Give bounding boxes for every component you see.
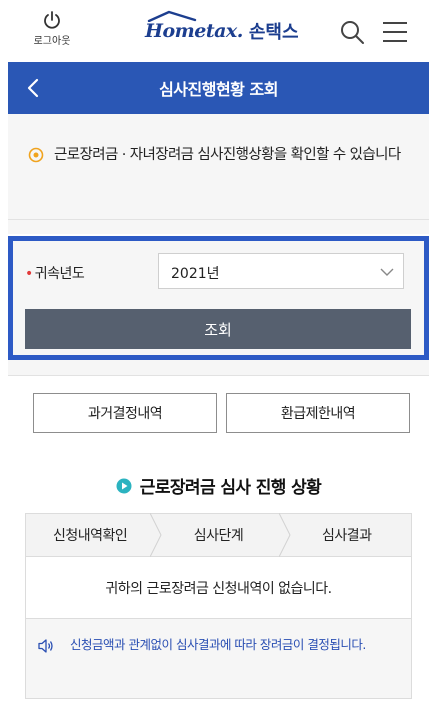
section-title: 근로장려금 심사 진행 상황 xyxy=(139,478,322,498)
step-arrow-icon xyxy=(150,513,162,557)
spacer xyxy=(8,220,429,234)
step-label: 신청내역확인 xyxy=(53,528,128,544)
step-arrow-icon xyxy=(278,513,291,557)
logout-label: 로그아웃 xyxy=(33,36,71,47)
chevron-down-icon xyxy=(380,268,394,276)
required-mark: • xyxy=(25,266,33,282)
year-query-form: • 귀속년도 2021년 조회 xyxy=(8,236,429,360)
speaker-icon xyxy=(38,639,53,653)
top-header: 로그아웃 Hometax. 손택스 xyxy=(0,0,437,62)
query-button[interactable]: 조회 xyxy=(25,309,411,349)
year-label-text: 귀속년도 xyxy=(34,266,85,282)
step-label: 심사결과 xyxy=(322,528,372,544)
search-icon xyxy=(341,21,364,44)
refund-limits-button[interactable]: 환급제한내역 xyxy=(226,393,410,433)
roof-icon xyxy=(147,10,197,22)
notice-text: 근로장려금 · 자녀장려금 심사진행상황을 확인할 수 있습니다 xyxy=(54,147,401,163)
menu-button[interactable] xyxy=(380,18,410,46)
section-heading: 근로장려금 심사 진행 상황 xyxy=(0,473,437,498)
hometax-logo[interactable]: Hometax. 손택스 xyxy=(145,10,299,48)
logo-en-label: Hometax. xyxy=(145,20,243,42)
result-note: 신청금액과 관계없이 심사결과에 따라 장려금이 결정됩니다. xyxy=(25,619,412,699)
page-title-bar: 심사진행현황 조회 xyxy=(8,62,429,114)
logo-text-en: Hometax. xyxy=(145,10,243,42)
power-icon xyxy=(44,11,60,29)
year-select[interactable]: 2021년 xyxy=(158,253,404,289)
back-button[interactable] xyxy=(22,76,46,100)
past-decisions-button[interactable]: 과거결정내역 xyxy=(33,393,217,433)
page-title: 심사진행현황 조회 xyxy=(159,80,278,99)
circle-play-icon xyxy=(116,478,132,494)
year-select-value: 2021년 xyxy=(171,266,220,282)
result-note-text: 신청금액과 관계없이 심사결과에 따라 장려금이 결정됩니다. xyxy=(70,637,366,652)
circle-bullet-icon xyxy=(28,147,44,163)
step-label: 심사단계 xyxy=(193,528,244,544)
info-notice: 근로장려금 · 자녀장려금 심사진행상황을 확인할 수 있습니다 xyxy=(8,114,429,220)
logout-button[interactable]: 로그아웃 xyxy=(24,10,80,47)
result-message: 귀하의 근로장려금 신청내역이 없습니다. xyxy=(25,557,412,619)
logo-text-ko: 손택스 xyxy=(248,22,299,43)
search-button[interactable] xyxy=(338,18,366,46)
hamburger-menu-icon xyxy=(383,22,407,42)
progress-steps: 신청내역확인 심사단계 심사결과 xyxy=(25,513,412,557)
step-review: 심사단계 xyxy=(154,513,291,557)
spacer xyxy=(8,360,429,376)
step-result: 심사결과 xyxy=(283,514,411,556)
step-application-check: 신청내역확인 xyxy=(26,513,162,557)
chevron-left-icon xyxy=(27,78,39,98)
year-field-label: • 귀속년도 xyxy=(25,263,85,283)
